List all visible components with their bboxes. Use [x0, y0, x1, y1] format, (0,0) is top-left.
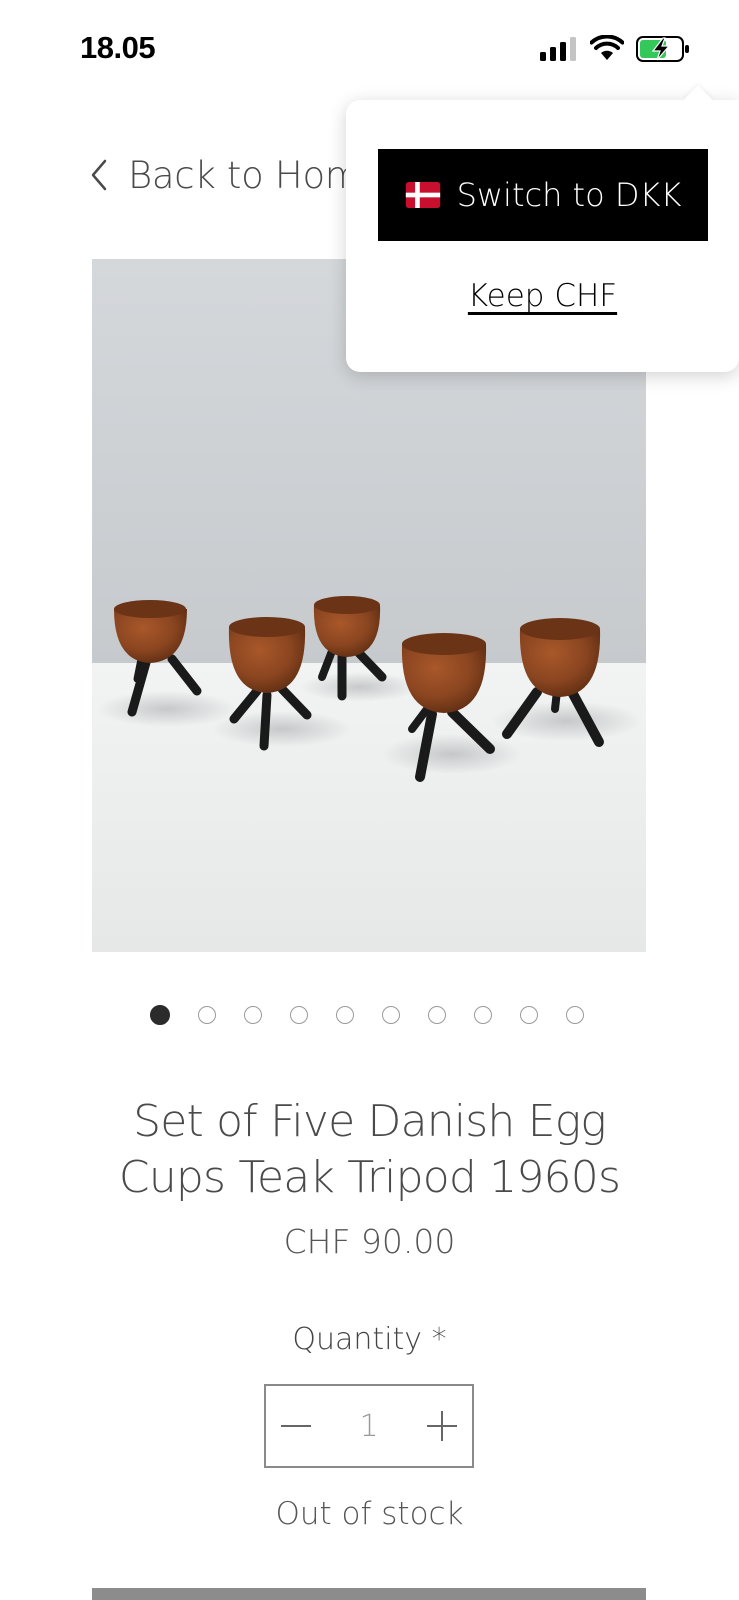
- currency-switch-popup: Switch to DKK Keep CHF: [346, 85, 739, 372]
- carousel-dot[interactable]: [428, 1006, 446, 1024]
- carousel-dot[interactable]: [150, 1005, 170, 1025]
- quantity-value[interactable]: 1: [344, 1409, 394, 1444]
- denmark-flag-icon: [405, 182, 440, 208]
- status-time: 18.05: [80, 30, 156, 65]
- carousel-dot[interactable]: [520, 1006, 538, 1024]
- carousel-dot[interactable]: [566, 1006, 584, 1024]
- keep-currency-link[interactable]: Keep CHF: [346, 278, 739, 314]
- status-bar: 18.05: [0, 0, 739, 100]
- quantity-label: Quantity *: [292, 1322, 447, 1357]
- carousel-dot[interactable]: [198, 1006, 216, 1024]
- chevron-left-icon: [91, 159, 107, 191]
- decrement-button[interactable]: [266, 1396, 326, 1456]
- switch-currency-button[interactable]: Switch to DKK: [378, 149, 708, 241]
- minus-icon: [281, 1425, 311, 1427]
- back-to-home-link[interactable]: Back to Home: [88, 150, 383, 200]
- image-carousel-dots: [150, 1005, 612, 1028]
- product-title: Set of Five Danish Egg Cups Teak Tripod …: [118, 1096, 621, 1203]
- plus-icon: [427, 1411, 457, 1441]
- carousel-dot[interactable]: [336, 1006, 354, 1024]
- carousel-dot[interactable]: [382, 1006, 400, 1024]
- wifi-icon: [590, 35, 624, 60]
- stock-status: Out of stock: [275, 1496, 464, 1532]
- add-to-cart-button[interactable]: [92, 1588, 646, 1600]
- carousel-dot[interactable]: [474, 1006, 492, 1024]
- carousel-dot[interactable]: [290, 1006, 308, 1024]
- product-page: 18.05 Back to Home Set of Five Danish Eg…: [0, 0, 739, 1600]
- quantity-stepper: 1: [264, 1384, 474, 1468]
- battery-charging-icon: [636, 36, 689, 62]
- carousel-dot[interactable]: [244, 1006, 262, 1024]
- switch-currency-label: Switch to DKK: [456, 176, 682, 214]
- signal-icon: [540, 37, 576, 61]
- back-to-home-label: Back to Home: [128, 153, 384, 197]
- product-price: CHF 90.00: [283, 1222, 456, 1261]
- increment-button[interactable]: [412, 1396, 472, 1456]
